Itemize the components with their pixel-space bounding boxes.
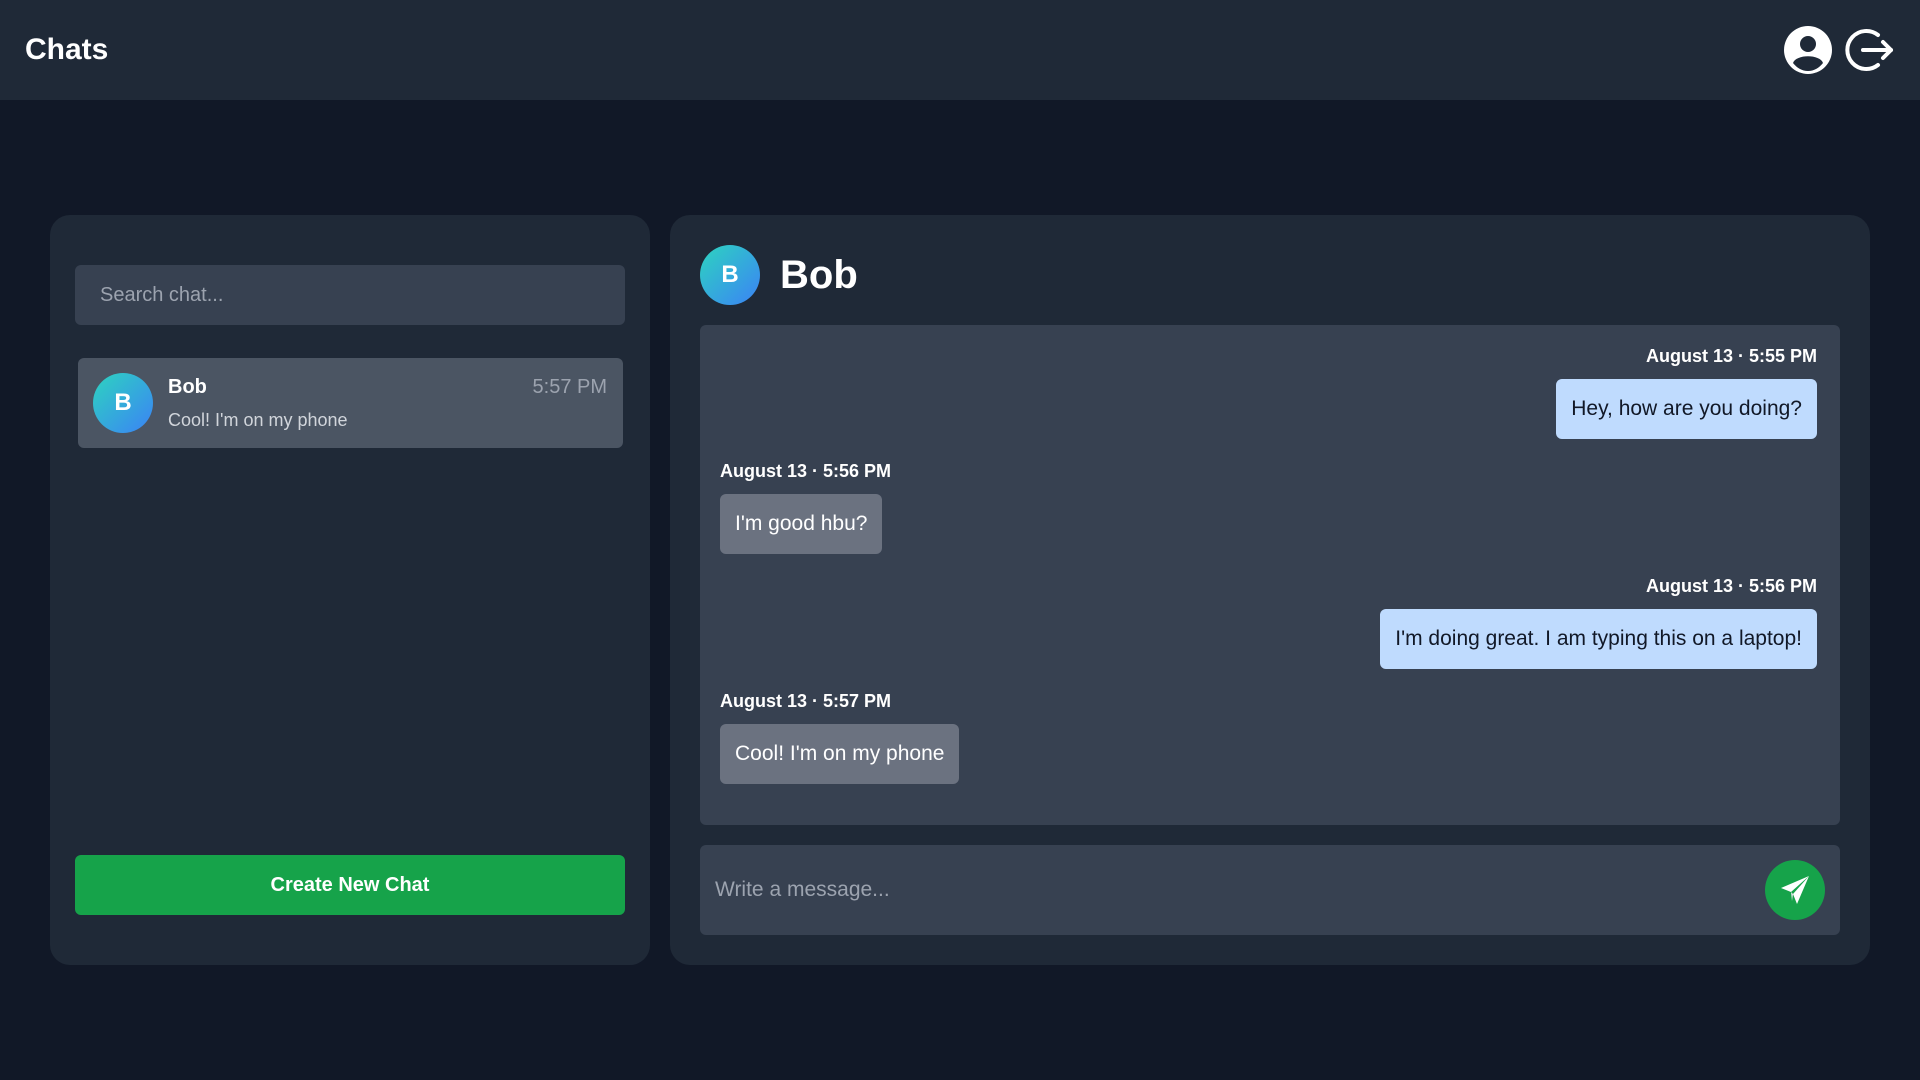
paper-plane-icon (1781, 876, 1809, 904)
page-title: Chats (25, 33, 109, 66)
chat-list-item[interactable]: B Bob 5:57 PM Cool! I'm on my phone (78, 358, 623, 448)
message-sent: August 13 · 5:56 PM I'm doing great. I a… (1380, 575, 1817, 669)
message-bubble: Hey, how are you doing? (1556, 379, 1817, 439)
chat-item-time: 5:57 PM (532, 376, 607, 398)
message-timestamp: August 13 · 5:55 PM (1645, 346, 1817, 366)
message-composer (700, 845, 1840, 935)
message-bubble: I'm good hbu? (720, 494, 883, 554)
chat-item-name: Bob (168, 376, 207, 398)
send-button[interactable] (1765, 860, 1825, 920)
message-list[interactable]: August 13 · 5:55 PM Hey, how are you doi… (700, 325, 1840, 825)
top-actions (1783, 25, 1895, 75)
chat-list-panel: B Bob 5:57 PM Cool! I'm on my phone Crea… (50, 215, 650, 965)
top-bar: Chats (0, 0, 1920, 100)
message-timestamp: August 13 · 5:56 PM (720, 461, 892, 481)
create-new-chat-button[interactable]: Create New Chat (75, 855, 625, 915)
chat-item-preview: Cool! I'm on my phone (168, 410, 348, 430)
avatar: B (93, 373, 153, 433)
conversation-header: B Bob (700, 245, 858, 305)
logout-icon[interactable] (1845, 25, 1895, 75)
contact-name: Bob (780, 252, 858, 297)
contact-avatar: B (700, 245, 760, 305)
user-circle-icon[interactable] (1783, 25, 1833, 75)
conversation-panel: B Bob August 13 · 5:55 PM Hey, how are y… (670, 215, 1870, 965)
message-timestamp: August 13 · 5:56 PM (1645, 576, 1817, 596)
message-bubble: Cool! I'm on my phone (720, 724, 960, 784)
message-received: August 13 · 5:56 PM I'm good hbu? (720, 460, 891, 554)
message-timestamp: August 13 · 5:57 PM (720, 691, 892, 711)
search-input[interactable] (75, 265, 625, 325)
message-sent: August 13 · 5:55 PM Hey, how are you doi… (1556, 345, 1817, 439)
message-received: August 13 · 5:57 PM Cool! I'm on my phon… (720, 690, 960, 784)
message-input[interactable] (700, 845, 1740, 935)
message-bubble: I'm doing great. I am typing this on a l… (1380, 609, 1817, 669)
